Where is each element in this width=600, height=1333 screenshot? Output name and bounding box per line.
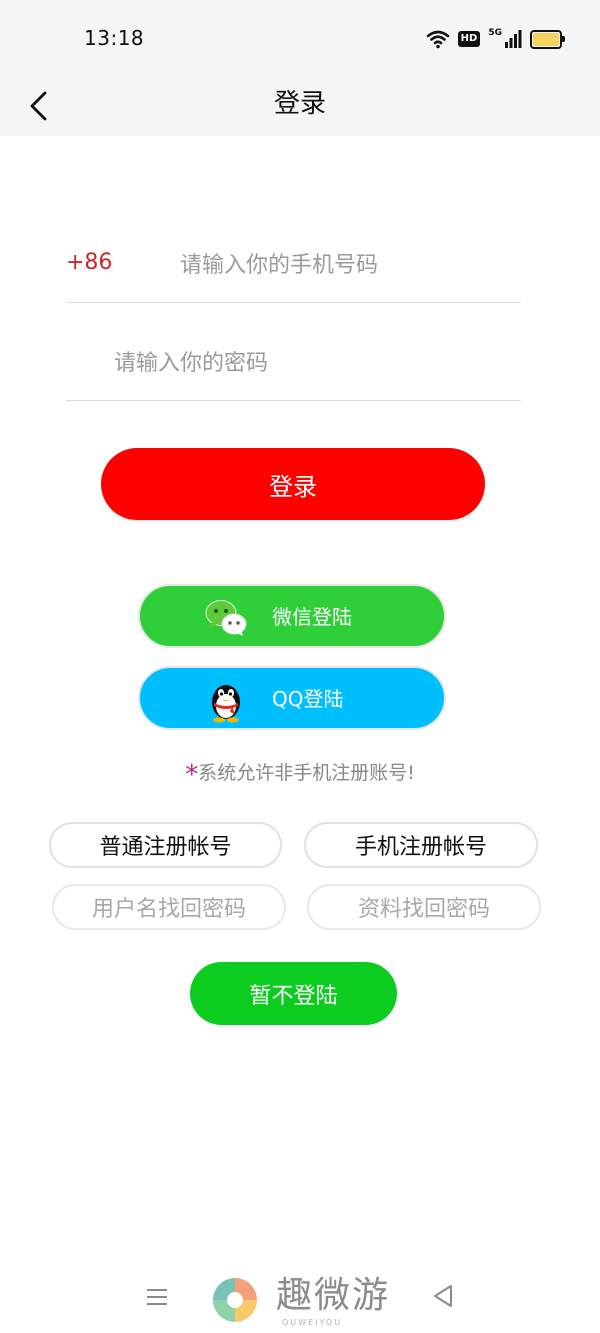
menu-icon[interactable] bbox=[146, 1286, 168, 1308]
wifi-icon bbox=[426, 30, 449, 49]
normal-register-button[interactable]: 普通注册帐号 bbox=[49, 822, 282, 868]
network-label: 5G bbox=[488, 28, 502, 38]
info-recover-button[interactable]: 资料找回密码 bbox=[307, 884, 541, 930]
watermark-logo-icon bbox=[213, 1278, 257, 1322]
nav-back-triangle-icon[interactable] bbox=[432, 1284, 454, 1308]
skip-login-button[interactable]: 暂不登陆 bbox=[190, 962, 397, 1025]
status-time: 13:18 bbox=[84, 26, 145, 50]
wechat-login-label: 微信登陆 bbox=[272, 605, 352, 629]
wechat-icon bbox=[205, 600, 247, 636]
battery-icon bbox=[530, 29, 565, 49]
username-recover-button[interactable]: 用户名找回密码 bbox=[52, 884, 286, 930]
status-bar: 13:18 HD 5G bbox=[0, 0, 600, 78]
phone-register-button[interactable]: 手机注册帐号 bbox=[304, 822, 538, 868]
notice-message: 系统允许非手机注册账号! bbox=[198, 762, 415, 784]
watermark-name: 趣微游 bbox=[276, 1275, 391, 1316]
phone-field: +86 bbox=[66, 232, 521, 303]
qq-login-button[interactable]: QQ登陆 bbox=[138, 666, 446, 730]
phone-input[interactable] bbox=[178, 246, 512, 284]
status-icons: HD 5G bbox=[426, 26, 565, 52]
password-field bbox=[66, 330, 521, 401]
watermark-subtitle: QUWEIYOU bbox=[282, 1318, 343, 1327]
notice-star: * bbox=[185, 760, 199, 790]
signal-icon bbox=[505, 30, 522, 48]
country-code[interactable]: +86 bbox=[66, 250, 112, 275]
login-button[interactable]: 登录 bbox=[101, 448, 485, 520]
header: 登录 bbox=[0, 78, 600, 136]
password-input[interactable] bbox=[112, 344, 496, 382]
notice-text: *系统允许非手机注册账号! bbox=[0, 756, 600, 790]
wechat-login-button[interactable]: 微信登陆 bbox=[138, 584, 446, 648]
battery-level bbox=[533, 32, 559, 46]
qq-login-label: QQ登陆 bbox=[272, 687, 344, 711]
page-title: 登录 bbox=[273, 89, 326, 119]
qq-penguin-icon bbox=[212, 685, 240, 723]
hd-badge: HD bbox=[457, 31, 481, 47]
